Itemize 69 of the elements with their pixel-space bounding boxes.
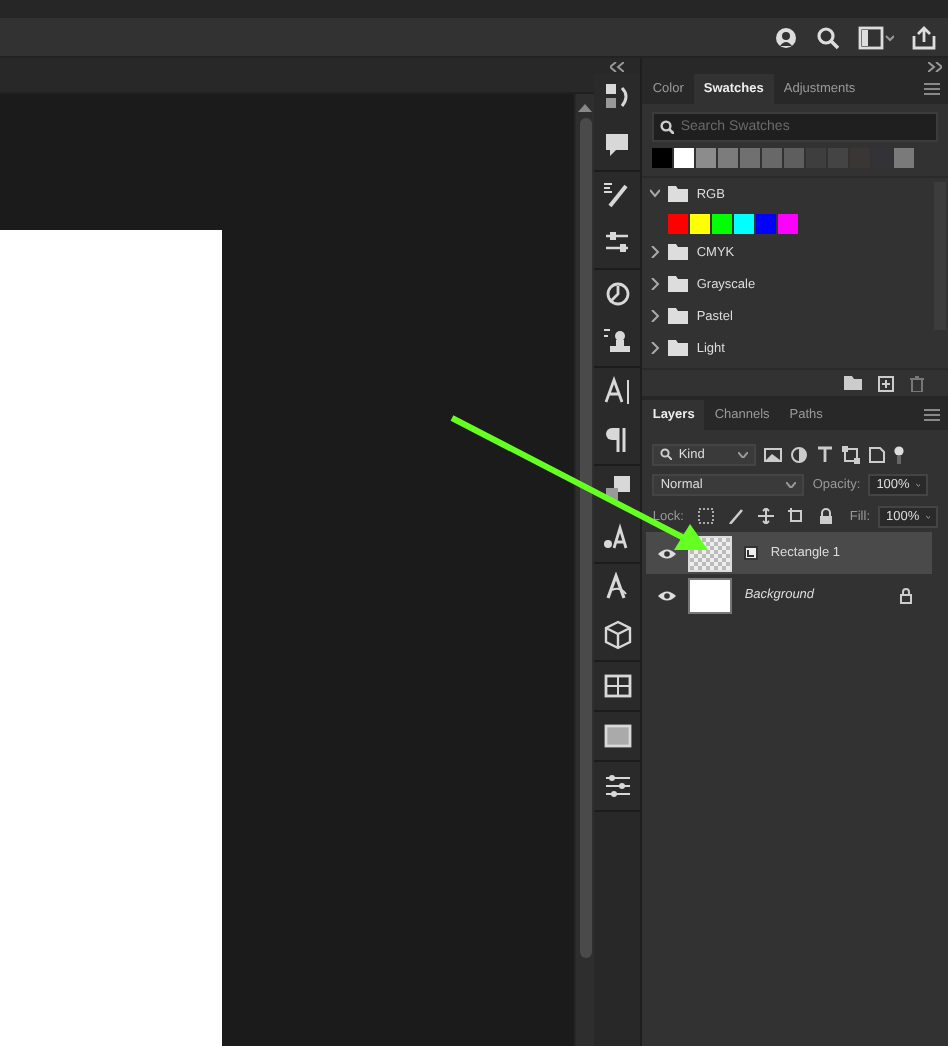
gradient-square-icon[interactable] (601, 720, 634, 752)
color-swatch[interactable] (696, 148, 717, 168)
scroll-up-icon[interactable] (578, 102, 593, 112)
color-swatch[interactable] (734, 213, 755, 233)
panel-menu-icon[interactable] (924, 408, 940, 422)
type-tool-icon[interactable] (601, 376, 634, 408)
folder-icon (668, 276, 689, 292)
color-swatch[interactable] (894, 148, 915, 168)
add-icon[interactable] (878, 376, 894, 392)
color-swatch[interactable] (778, 213, 799, 233)
cube-icon[interactable] (601, 620, 634, 652)
chevron-icon[interactable] (650, 188, 661, 200)
panel-menu-icon[interactable] (924, 82, 940, 96)
search-icon (660, 120, 675, 134)
color-swatch[interactable] (718, 148, 739, 168)
layer-thumbnail (688, 577, 733, 613)
color-swatch[interactable] (806, 148, 827, 168)
color-swatch[interactable] (762, 148, 783, 168)
shape-filter-icon[interactable] (842, 445, 861, 463)
account-icon[interactable] (774, 25, 798, 49)
adjustments-icon[interactable] (601, 770, 634, 802)
folder-icon (668, 340, 689, 356)
search-icon[interactable] (816, 25, 840, 49)
history-brush-icon[interactable] (601, 278, 634, 310)
color-swatch[interactable] (756, 213, 777, 233)
smart-object-filter-icon[interactable] (868, 445, 887, 463)
expand-icon[interactable] (928, 61, 942, 71)
color-swatch[interactable] (674, 148, 695, 168)
collapse-icon[interactable] (610, 61, 625, 71)
shape-badge-icon (744, 546, 759, 560)
move-lock-icon[interactable] (757, 508, 774, 524)
image-filter-icon[interactable] (764, 445, 783, 463)
history-icon[interactable] (601, 82, 634, 114)
color-swatch[interactable] (872, 148, 893, 168)
filter-toggle-icon[interactable] (894, 445, 905, 463)
caret-icon (915, 481, 921, 487)
eye-icon[interactable] (658, 589, 677, 601)
brush-lock-icon[interactable] (727, 508, 744, 524)
share-icon[interactable] (912, 25, 936, 49)
color-swatch[interactable] (784, 148, 805, 168)
chevron-icon[interactable] (650, 278, 661, 290)
folder-icon[interactable] (844, 376, 862, 390)
type-filter-icon[interactable] (816, 445, 835, 463)
search-icon (660, 448, 673, 460)
workspace-icon[interactable] (858, 25, 894, 49)
scrollbar-thumb[interactable] (579, 118, 592, 958)
color-swatch[interactable] (712, 213, 733, 233)
stamp-icon[interactable] (601, 326, 634, 358)
caret-icon (786, 481, 797, 487)
color-swatch[interactable] (652, 148, 673, 168)
folder-icon (668, 308, 689, 324)
caret-icon (738, 451, 749, 457)
transparency-lock-icon[interactable] (697, 508, 714, 524)
chevron-icon[interactable] (650, 246, 661, 258)
grid-icon[interactable] (601, 670, 634, 702)
color-swatch[interactable] (690, 213, 711, 233)
folder-icon (668, 244, 689, 260)
adjustment-filter-icon[interactable] (790, 445, 809, 463)
artboard-lock-icon[interactable] (787, 508, 804, 524)
lock-icon[interactable] (817, 508, 834, 524)
color-swatch[interactable] (668, 213, 689, 233)
comment-icon[interactable] (601, 130, 634, 162)
shapes-icon[interactable] (601, 474, 634, 506)
chevron-icon[interactable] (650, 342, 661, 354)
chevron-icon[interactable] (650, 310, 661, 322)
color-swatch[interactable] (740, 148, 761, 168)
eye-icon[interactable] (658, 547, 677, 559)
folder-icon (668, 186, 689, 202)
trash-icon[interactable] (910, 376, 924, 392)
